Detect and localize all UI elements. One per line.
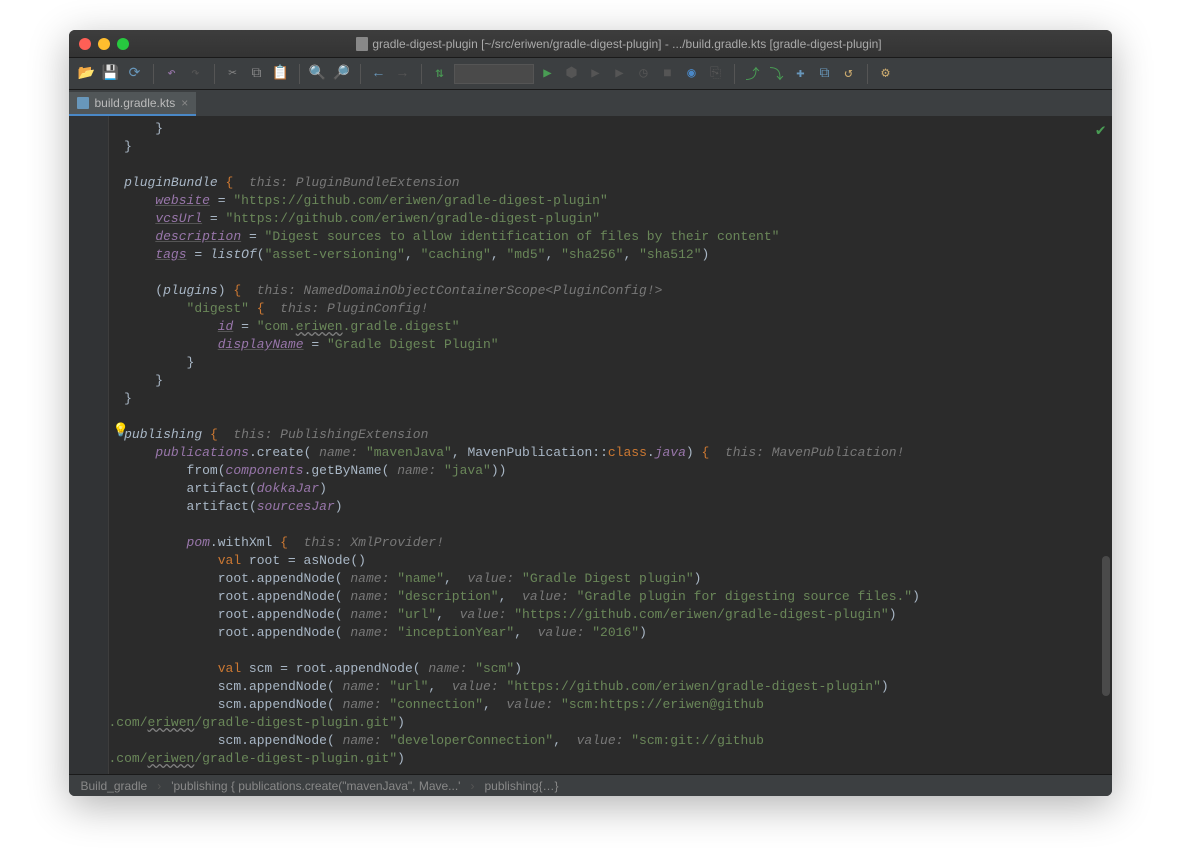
maximize-button[interactable] — [117, 38, 129, 50]
forward-icon[interactable]: → — [393, 64, 413, 84]
breadcrumb-item[interactable]: 'publishing { publications.create("maven… — [171, 779, 460, 793]
close-icon[interactable]: × — [181, 96, 188, 110]
gutter[interactable] — [69, 116, 109, 774]
save-icon[interactable]: 💾 — [101, 64, 121, 84]
editor[interactable]: ✔ 💡 } } pluginBundle { this: PluginBundl… — [69, 116, 1112, 774]
debug-icon[interactable]: ⬢ — [562, 64, 582, 84]
find-path-icon[interactable]: 🔎 — [332, 64, 352, 84]
revert-icon[interactable]: ↺ — [839, 64, 859, 84]
intention-bulb-icon[interactable]: 💡 — [113, 423, 127, 437]
settings-icon[interactable]: ⚙ — [876, 64, 896, 84]
tab-bar: build.gradle.kts × — [69, 90, 1112, 116]
undo-icon[interactable]: ↶ — [162, 64, 182, 84]
tab-label: build.gradle.kts — [95, 96, 176, 110]
vcs-icon[interactable]: ⤴ — [743, 64, 763, 84]
minimize-button[interactable] — [98, 38, 110, 50]
breadcrumb-item[interactable]: publishing{…} — [484, 779, 558, 793]
back-icon[interactable]: ← — [369, 64, 389, 84]
breadcrumb[interactable]: Build_gradle › 'publishing { publication… — [69, 774, 1112, 796]
pull-icon[interactable]: ⤵ — [767, 64, 787, 84]
code-area[interactable]: } } pluginBundle { this: PluginBundleExt… — [109, 116, 1112, 774]
refresh-icon[interactable]: ⟳ — [125, 64, 145, 84]
profile-icon[interactable]: ▶ — [610, 64, 630, 84]
run-config-select[interactable] — [454, 64, 534, 84]
breadcrumb-item[interactable]: Build_gradle — [81, 779, 148, 793]
gradle-file-icon — [77, 97, 89, 109]
clock-icon[interactable]: ◷ — [634, 64, 654, 84]
chevron-icon: › — [157, 779, 161, 793]
push-icon[interactable]: ✚ — [791, 64, 811, 84]
commit-icon[interactable]: ⎘ — [706, 64, 726, 84]
file-icon — [356, 37, 368, 51]
stop-icon[interactable]: ■ — [658, 64, 678, 84]
paste-icon[interactable]: 📋 — [271, 64, 291, 84]
scrollbar[interactable] — [1102, 556, 1110, 696]
find-icon[interactable]: 🔍 — [308, 64, 328, 84]
redo-icon[interactable]: ↷ — [186, 64, 206, 84]
window-controls — [79, 38, 129, 50]
history-icon[interactable]: ⧉ — [815, 64, 835, 84]
cut-icon[interactable]: ✂ — [223, 64, 243, 84]
chevron-icon: › — [470, 779, 474, 793]
copy-icon[interactable]: ⧉ — [247, 64, 267, 84]
close-button[interactable] — [79, 38, 91, 50]
open-icon[interactable]: 📂 — [77, 64, 97, 84]
titlebar[interactable]: gradle-digest-plugin [~/src/eriwen/gradl… — [69, 30, 1112, 58]
browser-icon[interactable]: ◉ — [682, 64, 702, 84]
coverage-icon[interactable]: ▶ — [586, 64, 606, 84]
analysis-ok-icon[interactable]: ✔ — [1096, 120, 1106, 140]
tab-build-gradle[interactable]: build.gradle.kts × — [69, 92, 197, 116]
run-icon[interactable]: ▶ — [538, 64, 558, 84]
sort-icon[interactable]: ⇅ — [430, 64, 450, 84]
window-title: gradle-digest-plugin [~/src/eriwen/gradl… — [137, 37, 1102, 51]
toolbar: 📂 💾 ⟳ ↶ ↷ ✂ ⧉ 📋 🔍 🔎 ← → ⇅ ▶ ⬢ ▶ ▶ ◷ ■ ◉ … — [69, 58, 1112, 90]
